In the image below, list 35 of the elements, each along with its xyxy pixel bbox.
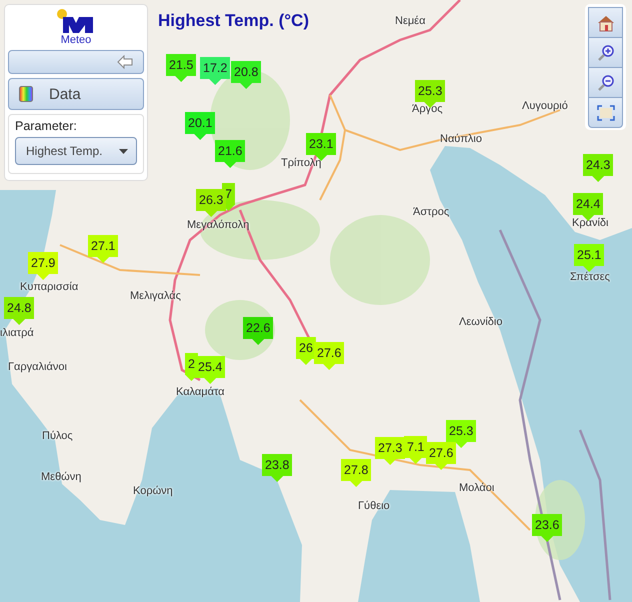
parameter-dropdown[interactable]: Highest Temp. [15, 137, 137, 165]
zoom-out-button[interactable] [588, 67, 623, 98]
place-label: Κορώνη [133, 485, 173, 497]
parameter-label: Parameter: [15, 119, 78, 133]
place-label: Σπέτσες [570, 271, 610, 283]
place-label: Λεωνίδιο [459, 316, 502, 328]
place-label: Μεθώνη [41, 471, 82, 483]
place-label: Πύλος [42, 430, 73, 442]
zoom-in-icon [596, 44, 614, 62]
collapse-bar[interactable] [8, 50, 144, 74]
place-label: Ναύπλιο [440, 133, 482, 145]
place-label: Καλαμάτα [176, 386, 225, 398]
logo-text: Meteo [60, 34, 92, 46]
place-label: Κυπαρισσία [20, 281, 78, 293]
place-label: ιλιατρά [0, 327, 34, 339]
place-label: Άστρος [413, 206, 450, 218]
zoom-out-icon [596, 74, 614, 92]
full-extent-button[interactable] [588, 97, 623, 128]
logo-icon [57, 9, 95, 33]
home-button[interactable] [588, 7, 623, 38]
place-label: Γύθειο [358, 500, 390, 512]
color-palette-icon [19, 86, 33, 102]
full-extent-icon [596, 104, 614, 120]
data-button[interactable]: Data [8, 78, 144, 110]
temperature-marker[interactable]: 27.9 [28, 252, 58, 280]
caret-icon [119, 148, 128, 154]
temperature-marker[interactable]: 23.8 [262, 454, 292, 482]
temperature-marker[interactable]: 25.1 [574, 244, 604, 272]
place-label: Νεμέα [395, 15, 426, 27]
zoom-in-button[interactable] [588, 37, 623, 68]
back-arrow-icon [117, 55, 133, 69]
place-label: Γαργαλιάνοι [8, 361, 67, 373]
map-title: Highest Temp. (°C) [158, 11, 309, 31]
home-icon [596, 14, 614, 32]
place-label: Λυγουριό [522, 100, 568, 112]
